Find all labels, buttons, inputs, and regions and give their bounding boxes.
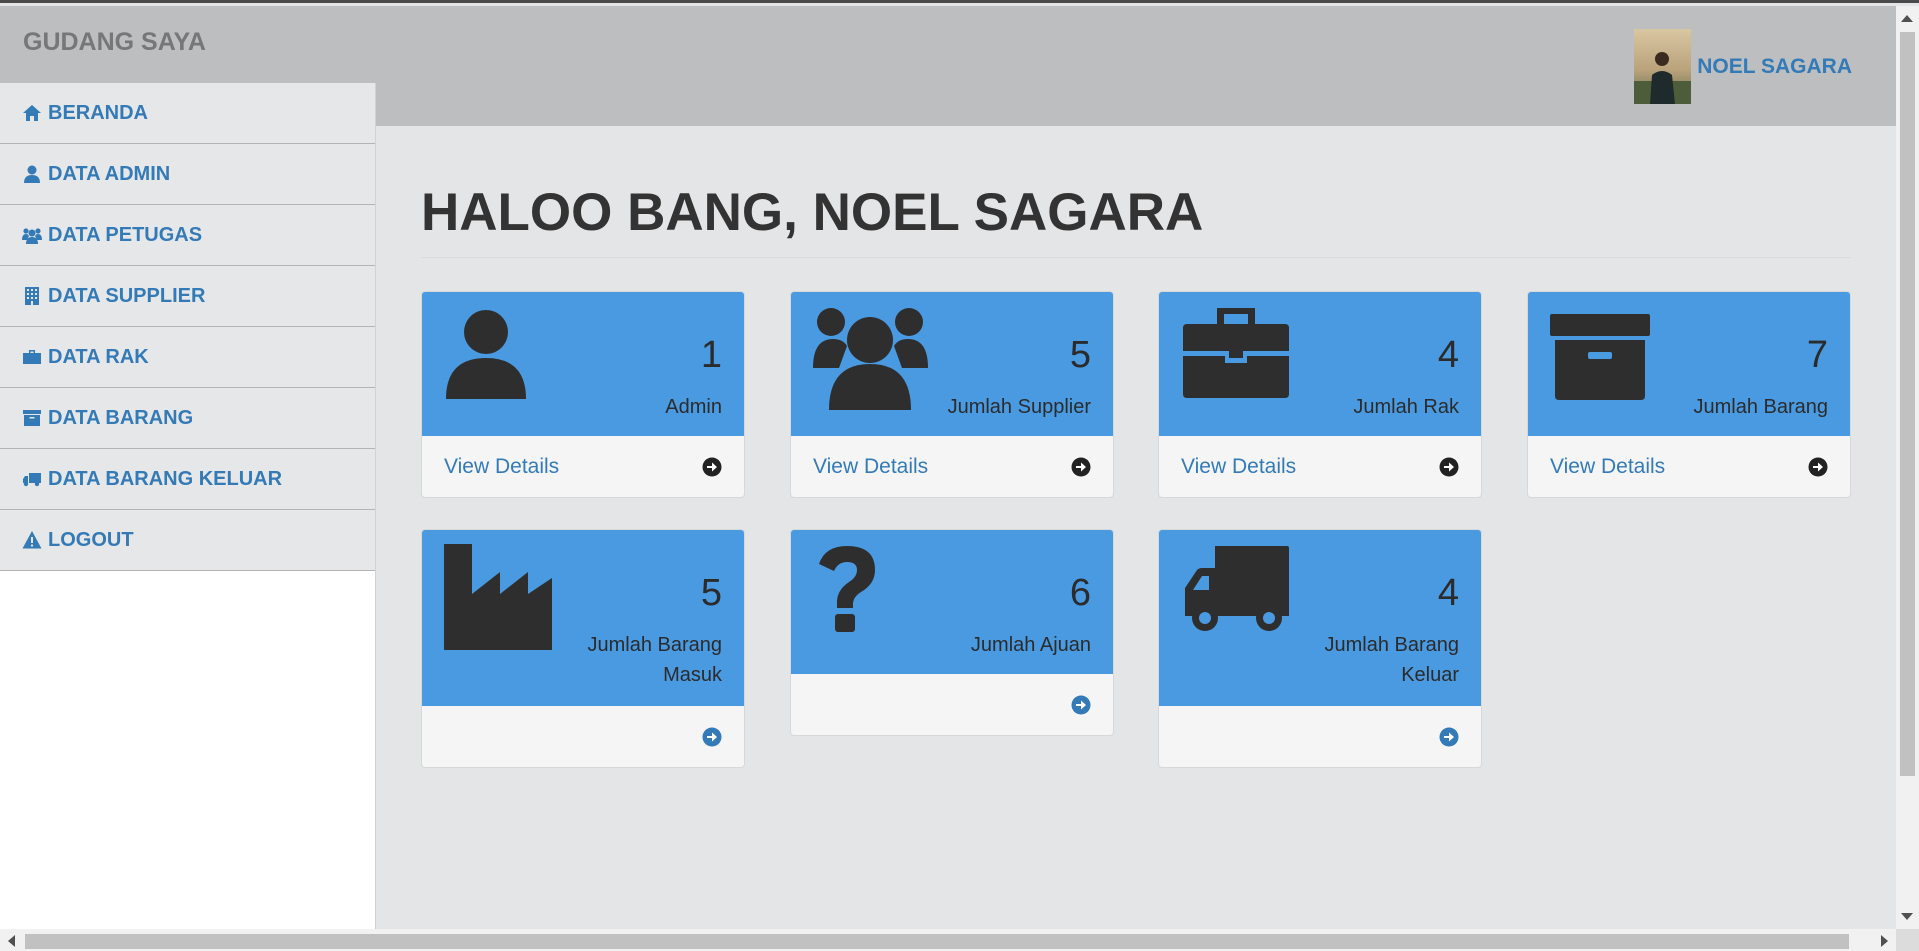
card-count: 6 <box>1069 572 1091 614</box>
sidebar-item-data-barang[interactable]: DATA BARANG <box>0 388 375 449</box>
view-details-label: View Details <box>1181 454 1297 478</box>
question-icon <box>819 546 875 632</box>
card-barang: 7 Jumlah Barang View Details <box>1527 291 1851 498</box>
sidebar-item-data-admin[interactable]: DATA ADMIN <box>0 144 375 205</box>
sidebar-item-data-rak[interactable]: DATA RAK <box>0 327 375 388</box>
card-label: Jumlah Barang <box>1693 396 1828 418</box>
arrow-circle-right-icon <box>1071 695 1091 714</box>
briefcase-icon <box>23 350 41 364</box>
details-link[interactable] <box>791 674 1113 735</box>
card-header: 4 Jumlah Rak <box>1159 292 1481 436</box>
view-details-link[interactable]: View Details <box>422 436 744 497</box>
view-details-link[interactable]: View Details <box>1159 436 1481 497</box>
card-barang-keluar: 4 Jumlah Barang Keluar <box>1158 529 1482 768</box>
card-header: 5 Jumlah Supplier <box>791 292 1113 436</box>
sidebar-item-label: BERANDA <box>48 101 148 124</box>
sidebar-item-label: DATA ADMIN <box>48 162 171 185</box>
card-count: 5 <box>1069 334 1091 376</box>
industry-icon <box>444 544 552 650</box>
building-icon <box>25 287 39 305</box>
card-label: Jumlah Ajuan <box>970 634 1091 656</box>
card-count: 7 <box>1806 334 1828 376</box>
arrow-circle-right-icon <box>1439 457 1459 476</box>
sidebar: BERANDA DATA ADMIN DATA PETUGAS DATA SUP… <box>0 83 376 929</box>
scroll-right-icon[interactable] <box>1881 935 1888 947</box>
arrow-circle-right-icon <box>1439 727 1459 746</box>
card-header: 4 Jumlah Barang Keluar <box>1159 530 1481 706</box>
archive-icon <box>23 410 41 426</box>
card-label: Jumlah Barang Masuk <box>587 634 722 686</box>
card-admin: 1 Admin View Details <box>421 291 745 498</box>
card-count: 4 <box>1437 572 1459 614</box>
scroll-up-icon[interactable] <box>1901 15 1913 22</box>
warning-icon <box>22 531 42 549</box>
view-details-link[interactable]: View Details <box>791 436 1113 497</box>
sidebar-item-label: DATA PETUGAS <box>48 223 203 246</box>
card-header: 7 Jumlah Barang <box>1528 292 1850 436</box>
sidebar-item-logout[interactable]: LOGOUT <box>0 510 375 571</box>
user-menu[interactable]: NOEL SAGARA <box>1634 29 1852 104</box>
scroll-down-icon[interactable] <box>1901 913 1913 920</box>
arrow-circle-right-icon <box>702 457 722 476</box>
sidebar-item-label: DATA BARANG <box>48 406 194 429</box>
briefcase-icon <box>1183 308 1289 398</box>
user-icon <box>446 310 526 399</box>
users-icon <box>813 308 928 410</box>
view-details-label: View Details <box>444 454 560 478</box>
view-details-link[interactable]: View Details <box>1528 436 1850 497</box>
card-count: 5 <box>700 572 722 614</box>
arrow-circle-right-icon <box>1808 457 1828 476</box>
details-link[interactable] <box>1159 706 1481 767</box>
scroll-left-icon[interactable] <box>8 935 15 947</box>
page-title: HALOO BANG, NOEL SAGARA <box>421 183 1204 242</box>
archive-icon <box>1550 314 1650 400</box>
scrollbar-corner <box>1896 929 1919 951</box>
view-details-label: View Details <box>813 454 929 478</box>
card-label: Jumlah Rak <box>1353 396 1459 418</box>
users-icon <box>22 228 42 244</box>
home-icon <box>23 105 41 121</box>
details-link[interactable] <box>422 706 744 767</box>
card-label: Admin <box>665 396 722 418</box>
sidebar-item-label: DATA RAK <box>48 345 149 368</box>
user-name[interactable]: NOEL SAGARA <box>1697 55 1852 79</box>
arrow-circle-right-icon <box>702 727 722 746</box>
brand-title[interactable]: GUDANG SAYA <box>23 28 206 57</box>
sidebar-item-data-barang-keluar[interactable]: DATA BARANG KELUAR <box>0 449 375 510</box>
sidebar-item-beranda[interactable]: BERANDA <box>0 83 375 144</box>
view-details-label: View Details <box>1550 454 1666 478</box>
card-supplier: 5 Jumlah Supplier View Details <box>790 291 1114 498</box>
truck-icon <box>1185 546 1289 631</box>
card-count: 1 <box>700 334 722 376</box>
card-count: 4 <box>1437 334 1459 376</box>
main-content: HALOO BANG, NOEL SAGARA 1 Admin View Det… <box>377 126 1896 929</box>
vertical-scrollbar[interactable] <box>1896 6 1919 929</box>
vertical-scroll-thumb[interactable] <box>1900 32 1915 776</box>
card-header: 1 Admin <box>422 292 744 436</box>
horizontal-scroll-thumb[interactable] <box>25 934 1849 949</box>
sidebar-item-label: DATA SUPPLIER <box>48 284 206 307</box>
user-icon <box>24 165 40 183</box>
card-rak: 4 Jumlah Rak View Details <box>1158 291 1482 498</box>
sidebar-item-label: DATA BARANG KELUAR <box>48 467 283 490</box>
card-barang-masuk: 5 Jumlah Barang Masuk <box>421 529 745 768</box>
avatar[interactable] <box>1634 29 1692 104</box>
truck-icon <box>23 473 41 487</box>
card-label: Jumlah Barang Keluar <box>1324 634 1459 686</box>
arrow-circle-right-icon <box>1071 457 1091 476</box>
card-ajuan: 6 Jumlah Ajuan <box>790 529 1114 736</box>
sidebar-item-data-supplier[interactable]: DATA SUPPLIER <box>0 266 375 327</box>
title-divider <box>421 257 1851 258</box>
sidebar-item-label: LOGOUT <box>48 528 134 551</box>
sidebar-item-data-petugas[interactable]: DATA PETUGAS <box>0 205 375 266</box>
card-header: 6 Jumlah Ajuan <box>791 530 1113 674</box>
card-header: 5 Jumlah Barang Masuk <box>422 530 744 706</box>
card-label: Jumlah Supplier <box>947 396 1091 418</box>
horizontal-scrollbar[interactable] <box>0 929 1896 951</box>
